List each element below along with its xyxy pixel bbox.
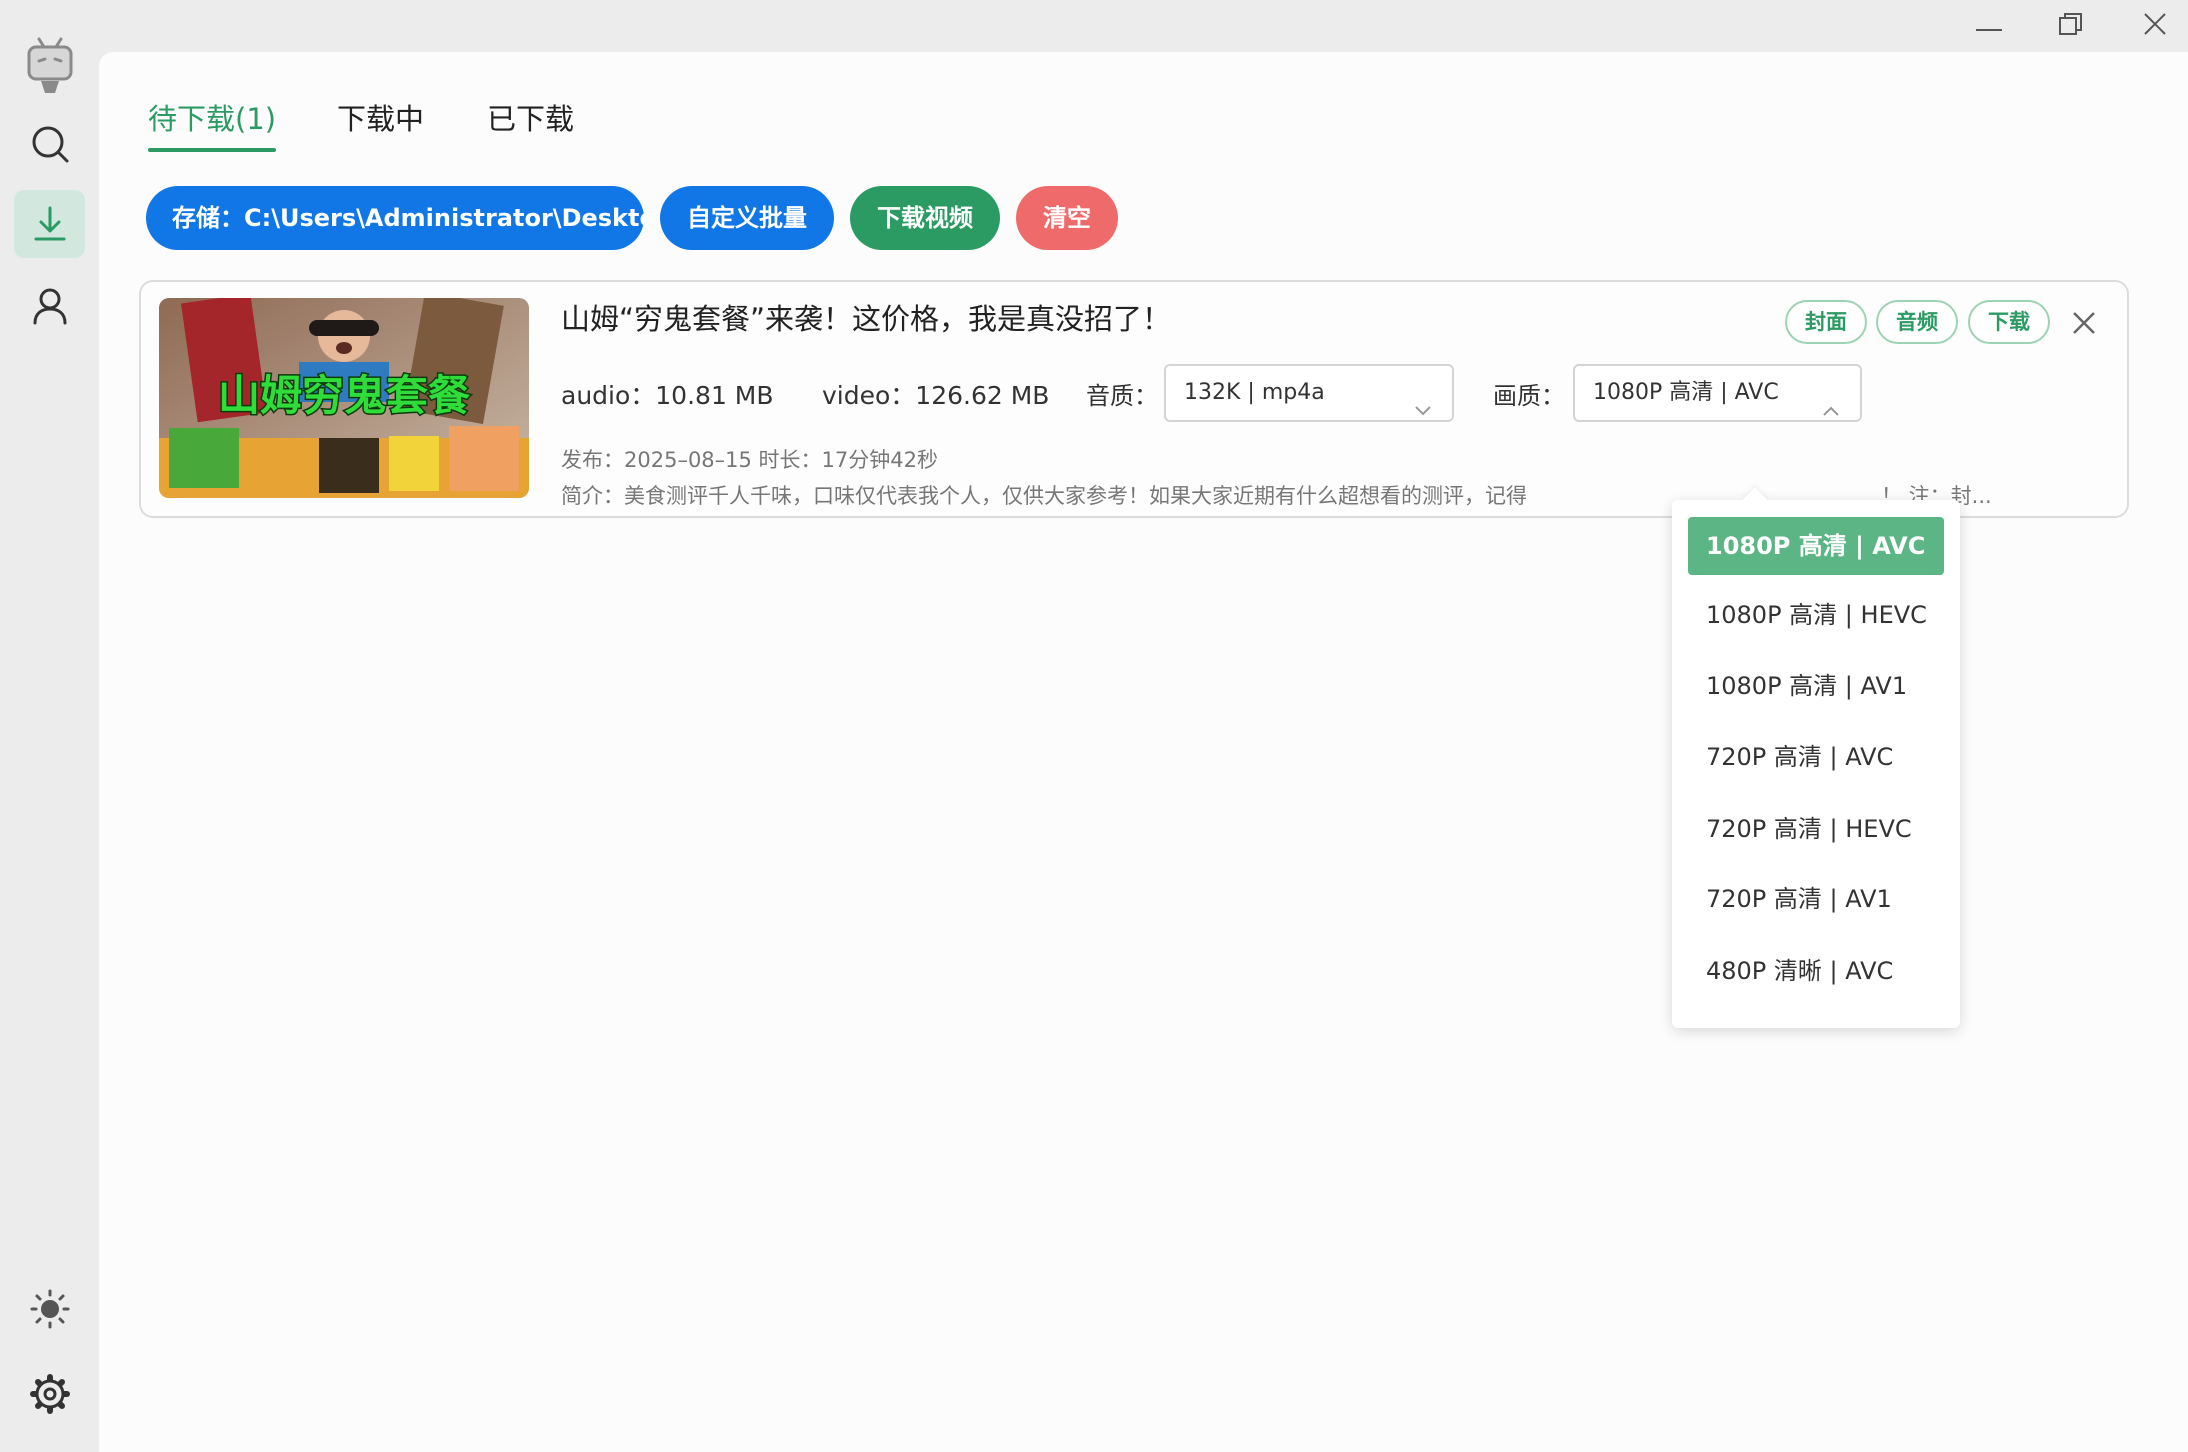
sun-icon: [30, 1289, 70, 1329]
bilibili-tv-icon: [25, 33, 75, 95]
video-description: 简介：美食测评千人千味，口味仅代表我个人，仅供大家参考！如果大家近期有什么超想看…: [561, 484, 1527, 508]
settings-button[interactable]: [14, 1360, 85, 1428]
storage-path-button[interactable]: 存储：C:\Users\Administrator\Desktop: [146, 186, 673, 250]
video-card: 山姆穷鬼套餐 山姆“穷鬼套餐”来袭！这价格，我是真没招了！ audio：10.8…: [139, 280, 2129, 518]
close-icon: [2071, 312, 2097, 340]
restore-button[interactable]: [2039, 6, 2103, 46]
download-cover-button[interactable]: 封面: [1785, 300, 1867, 344]
quality-option[interactable]: 1080P 高清 | AV1: [1688, 657, 1944, 715]
tab-pending[interactable]: 待下载(1): [148, 94, 276, 144]
download-icon: [30, 204, 70, 244]
restore-icon: [2058, 11, 2084, 41]
video-quality-select[interactable]: 1080P 高清 | AVC: [1573, 364, 1862, 422]
chevron-up-icon: [1822, 384, 1840, 438]
custom-batch-button[interactable]: 自定义批量: [660, 186, 834, 250]
video-quality-label: 画质：: [1493, 382, 1565, 410]
remove-item-button[interactable]: [2071, 310, 2101, 340]
app-window: 待下载(1) 下载中 已下载 存储：C:\Users\Administrator…: [0, 0, 2188, 1452]
search-icon: [30, 124, 70, 164]
sidebar-item-download[interactable]: [14, 190, 85, 258]
publish-info: 发布：2025–08–15 时长：17分钟42秒: [561, 448, 939, 472]
video-quality-value: 1080P 高清 | AVC: [1593, 380, 1779, 405]
quality-option[interactable]: 480P 清晰 | AVC: [1688, 942, 1944, 1000]
quality-option[interactable]: 720P 高清 | AV1: [1688, 870, 1944, 928]
title-bar: [99, 0, 2188, 52]
download-audio-button[interactable]: 音频: [1876, 300, 1958, 344]
audio-size: audio：10.81 MB: [561, 381, 774, 410]
close-window-button[interactable]: [2123, 6, 2187, 46]
thumbnail-caption: 山姆穷鬼套餐: [218, 371, 471, 420]
sidebar-item-user[interactable]: [14, 272, 85, 340]
quality-option[interactable]: 720P 高清 | AVC: [1688, 728, 1944, 786]
minimize-icon: [1976, 17, 2002, 36]
audio-quality-label: 音质：: [1086, 382, 1158, 410]
user-icon: [30, 286, 70, 326]
video-quality-dropdown: 1080P 高清 | AVC 1080P 高清 | HEVC 1080P 高清 …: [1672, 487, 1960, 1028]
audio-quality-value: 132K | mp4a: [1184, 380, 1325, 405]
chevron-down-icon: [1414, 384, 1432, 438]
sidebar: [0, 0, 99, 1452]
quality-option[interactable]: 720P 高清 | HEVC: [1688, 800, 1944, 858]
sidebar-item-logo[interactable]: [14, 30, 85, 98]
sidebar-item-search[interactable]: [14, 110, 85, 178]
close-icon: [2143, 12, 2167, 40]
download-video-button[interactable]: 下载视频: [850, 186, 1000, 250]
download-item-button[interactable]: 下载: [1968, 300, 2050, 344]
tab-downloading[interactable]: 下载中: [337, 94, 424, 144]
gear-icon: [29, 1374, 70, 1414]
quality-option[interactable]: 1080P 高清 | HEVC: [1688, 586, 1944, 644]
quality-option[interactable]: 1080P 高清 | AVC: [1688, 517, 1944, 575]
main-panel: 待下载(1) 下载中 已下载 存储：C:\Users\Administrator…: [99, 52, 2188, 1452]
tab-downloaded[interactable]: 已下载: [487, 94, 574, 144]
minimize-button[interactable]: [1957, 6, 2021, 46]
video-title: 山姆“穷鬼套餐”来袭！这价格，我是真没招了！: [561, 302, 1172, 336]
theme-toggle-button[interactable]: [14, 1275, 85, 1343]
clear-button[interactable]: 清空: [1016, 186, 1118, 250]
video-size: video：126.62 MB: [822, 381, 1050, 410]
video-thumbnail[interactable]: 山姆穷鬼套餐: [159, 298, 529, 498]
tab-active-indicator: [148, 148, 276, 152]
audio-quality-select[interactable]: 132K | mp4a: [1164, 364, 1454, 422]
